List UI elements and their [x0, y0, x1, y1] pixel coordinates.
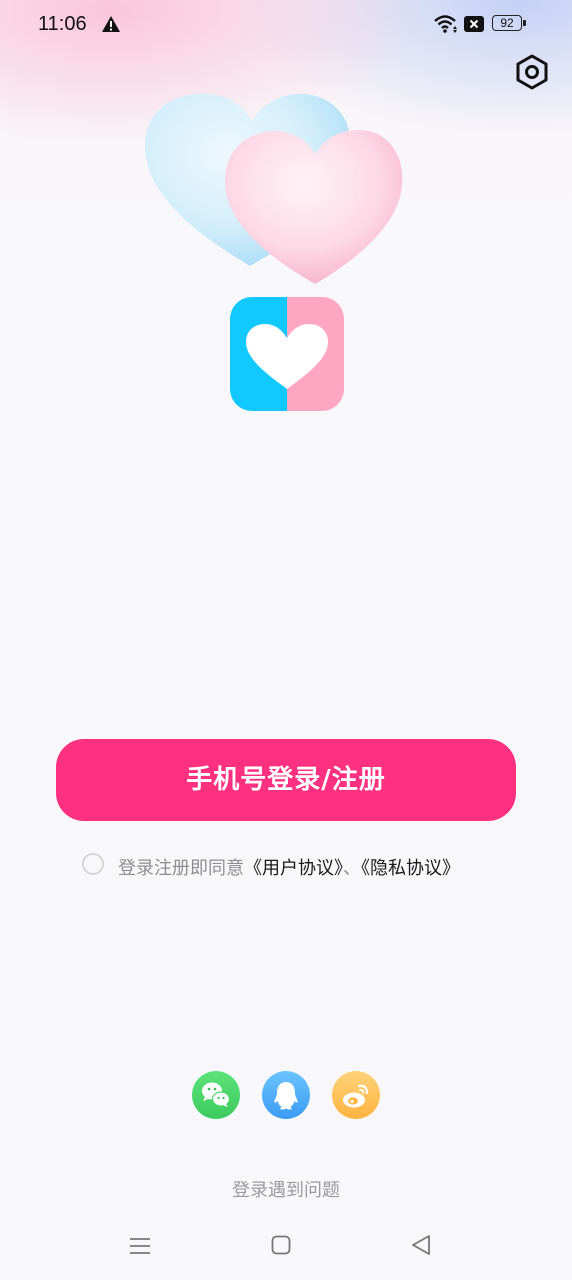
social-login-row	[0, 1071, 572, 1121]
agreement-prefix: 登录注册即同意	[118, 858, 244, 879]
agreement-row: 登录注册即同意《用户协议》、《隐私协议》	[82, 851, 522, 881]
wifi-icon	[433, 14, 459, 38]
heart-logo-icon	[246, 324, 328, 389]
status-bar: 11:06 92	[0, 0, 572, 52]
back-icon[interactable]	[410, 1234, 432, 1260]
user-agreement-link[interactable]: 《用户协议》	[244, 858, 343, 879]
weibo-icon	[343, 1084, 369, 1108]
qq-icon	[274, 1082, 298, 1110]
settings-hex-icon[interactable]	[513, 53, 551, 91]
battery-icon: 92	[492, 15, 526, 33]
login-help-link[interactable]: 登录遇到问题	[0, 1176, 572, 1202]
phone-login-button[interactable]: 手机号登录/注册	[56, 739, 516, 821]
menu-icon[interactable]	[129, 1235, 151, 1261]
app-logo	[230, 297, 344, 411]
privacy-policy-link[interactable]: 《隐私协议》	[361, 858, 460, 879]
weibo-login-button[interactable]	[332, 1071, 380, 1119]
wechat-login-button[interactable]	[192, 1071, 240, 1119]
wechat-icon	[202, 1082, 231, 1107]
alert-icon	[101, 15, 121, 37]
status-time: 11:06	[38, 13, 87, 35]
agreement-separator: 、	[343, 858, 361, 879]
system-nav-bar	[0, 1215, 572, 1280]
twin-hearts-icon	[140, 86, 410, 291]
qq-login-button[interactable]	[262, 1071, 310, 1119]
home-icon[interactable]	[271, 1235, 291, 1259]
battery-level: 92	[492, 15, 522, 31]
agreement-text: 登录注册即同意《用户协议》、《隐私协议》	[118, 854, 460, 880]
sim-disabled-icon	[464, 16, 484, 36]
agreement-checkbox[interactable]	[82, 853, 104, 875]
